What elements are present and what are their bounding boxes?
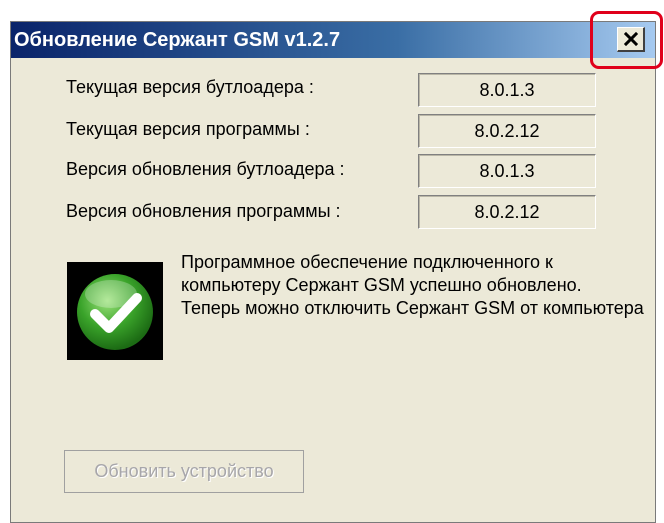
update-bootloader-label: Версия обновления бутлоадера :	[66, 159, 345, 179]
status-message: Программное обеспечение подключенного к …	[181, 251, 651, 320]
window-title: Обновление Сержант GSM v1.2.7	[14, 29, 341, 51]
update-firmware-label: Версия обновления программы :	[66, 201, 341, 221]
current-bootloader-value: 8.0.1.3	[418, 73, 596, 107]
status-message-line2: Теперь можно отключить Сержант GSM от ко…	[181, 298, 644, 318]
checkmark-icon	[77, 274, 153, 350]
close-button-highlight	[590, 11, 663, 69]
update-dialog: Обновление Сержант GSM v1.2.7 Текущая ве…	[10, 21, 656, 523]
current-firmware-value: 8.0.2.12	[418, 114, 596, 148]
current-bootloader-label: Текущая версия бутлоадера :	[66, 77, 314, 97]
title-bar[interactable]: Обновление Сержант GSM v1.2.7	[11, 22, 655, 58]
success-icon	[67, 262, 163, 360]
status-message-line1: Программное обеспечение подключенного к …	[181, 252, 582, 295]
update-firmware-value: 8.0.2.12	[418, 195, 596, 229]
current-firmware-label: Текущая версия программы :	[66, 119, 310, 139]
update-device-button[interactable]: Обновить устройство	[64, 450, 304, 493]
update-bootloader-value: 8.0.1.3	[418, 154, 596, 188]
